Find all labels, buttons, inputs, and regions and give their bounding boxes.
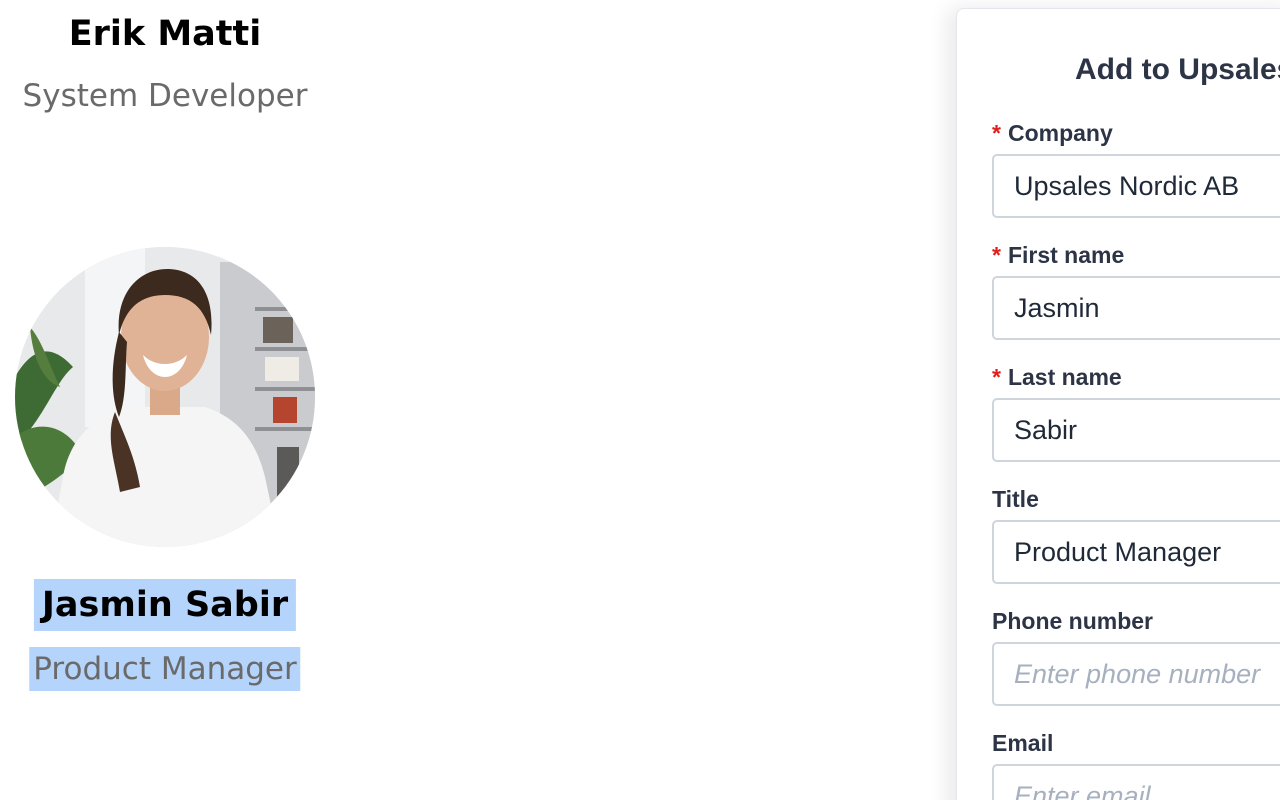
phone-label: Phone number <box>992 608 1154 634</box>
phone-input[interactable] <box>992 642 1280 706</box>
title-input[interactable] <box>992 520 1280 584</box>
email-label: Email <box>992 730 1054 756</box>
avatar[interactable] <box>15 247 315 547</box>
avatar-photo <box>15 247 315 547</box>
page: Erik Matti System Developer Jasmin Sabir… <box>0 0 1280 800</box>
title-label: Title <box>992 486 1039 512</box>
person-title: Product Manager <box>29 647 301 691</box>
panel-title: Add to Upsales <box>1075 53 1280 86</box>
required-marker: * <box>992 364 1001 390</box>
email-input[interactable] <box>992 764 1280 800</box>
required-marker: * <box>992 242 1001 268</box>
last-name-input[interactable] <box>992 398 1280 462</box>
first-name-label: * First name <box>992 241 1124 269</box>
person-name: Jasmin Sabir <box>33 579 297 631</box>
last-name-label-text: Last name <box>1007 364 1122 390</box>
last-name-label: * Last name <box>992 363 1122 391</box>
add-contact-panel: Add to Upsales *Company *First name *Las… <box>956 8 1280 800</box>
company-label: * Company <box>992 119 1113 147</box>
first-name-input[interactable] <box>992 276 1280 340</box>
person-name: Erik Matti <box>68 14 262 54</box>
person-title: System Developer <box>22 78 308 114</box>
company-label-text: Company <box>1007 120 1113 146</box>
first-name-label-text: First name <box>1007 242 1125 268</box>
required-marker: * <box>992 120 1001 146</box>
company-input[interactable] <box>992 154 1280 218</box>
